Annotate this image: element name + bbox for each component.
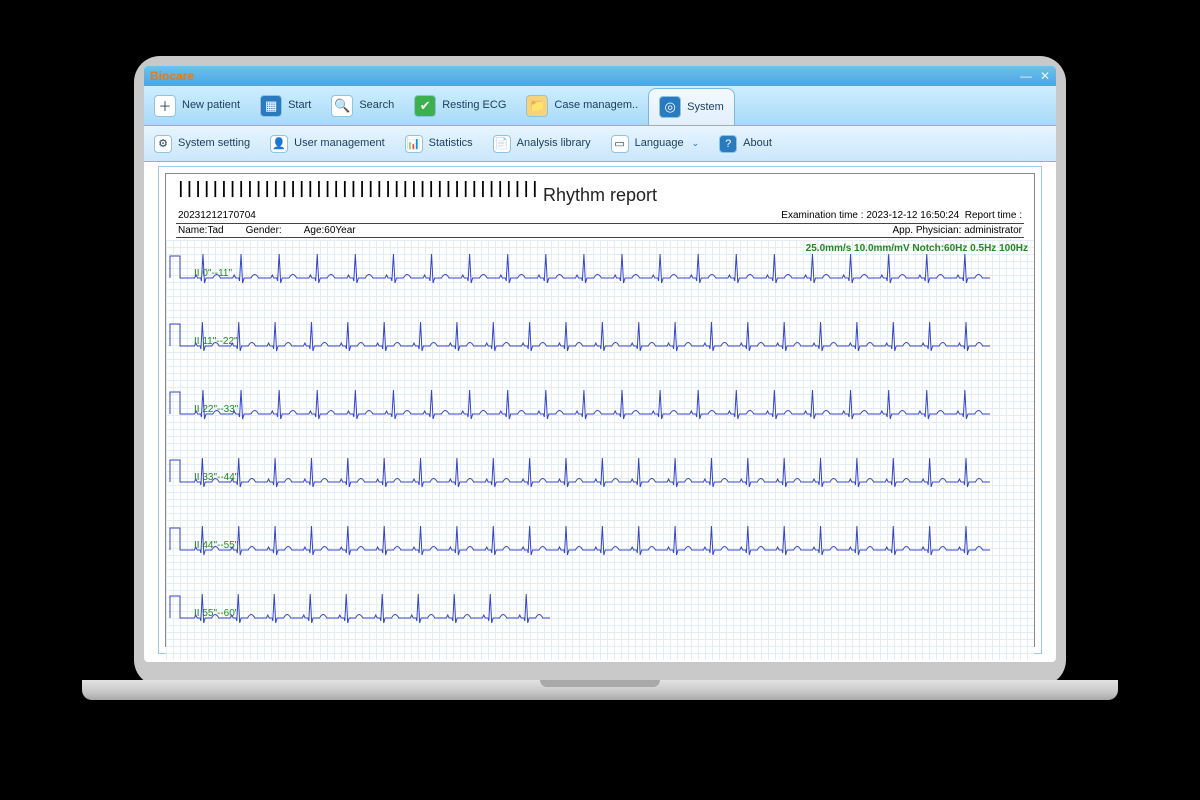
- about-label: About: [743, 138, 772, 149]
- report-header: ||||||||||||||||||||||||||||||||||||||||…: [166, 174, 1034, 240]
- case-id: 20231212170704: [178, 210, 256, 221]
- ecg-strip: II 22"--33": [166, 380, 1034, 450]
- ecg-strip: II 44"--55": [166, 516, 1034, 586]
- resting-ecg-icon: ✔: [414, 95, 436, 117]
- analysis-library-button[interactable]: 📄 Analysis library: [483, 126, 601, 161]
- patient-name: Name:Tad: [178, 225, 224, 236]
- toolbar-main: ＋ New patient ▦ Start 🔍 Search ✔ Resting…: [144, 86, 1056, 126]
- language-dropdown[interactable]: ▭ Language ⌄: [601, 126, 710, 161]
- resting-ecg-button[interactable]: ✔ Resting ECG: [404, 86, 516, 125]
- app-window: Biocare — ✕ ＋ New patient ▦ Start 🔍: [144, 66, 1056, 662]
- gear-icon: ⚙: [154, 135, 172, 153]
- case-management-button[interactable]: 📁 Case managem..: [516, 86, 648, 125]
- ecg-trace: [166, 380, 996, 448]
- case-management-label: Case managem..: [554, 100, 638, 111]
- minimize-button[interactable]: —: [1020, 69, 1032, 83]
- toolbar-secondary: ⚙ System setting 👤 User management 📊 Sta…: [144, 126, 1056, 162]
- laptop-base: [82, 680, 1118, 700]
- new-patient-label: New patient: [182, 100, 240, 111]
- report-area: ||||||||||||||||||||||||||||||||||||||||…: [158, 166, 1042, 654]
- ecg-trace: [166, 584, 996, 652]
- meta-row-1: 20231212170704 Examination time : 2023-1…: [176, 210, 1024, 223]
- brand-logo: Biocare: [150, 69, 194, 83]
- language-icon: ▭: [611, 135, 629, 153]
- ecg-strip: II 55"--60": [166, 584, 1034, 654]
- ecg-strip: II 11"--22": [166, 312, 1034, 382]
- ecg-strip: II 0"--11": [166, 244, 1034, 314]
- patient-age: Age:60Year: [304, 225, 356, 236]
- resting-ecg-label: Resting ECG: [442, 100, 506, 111]
- window-controls: — ✕: [1020, 69, 1050, 83]
- ecg-strip: II 33"--44": [166, 448, 1034, 518]
- exam-time: Examination time : 2023-12-12 16:50:24 R…: [781, 210, 1022, 221]
- start-label: Start: [288, 100, 311, 111]
- library-icon: 📄: [493, 135, 511, 153]
- language-label: Language: [635, 138, 684, 149]
- ecg-trace: [166, 312, 996, 380]
- start-icon: ▦: [260, 95, 282, 117]
- about-button[interactable]: ? About: [709, 126, 782, 161]
- search-button[interactable]: 🔍 Search: [321, 86, 404, 125]
- user-management-button[interactable]: 👤 User management: [260, 126, 395, 161]
- info-icon: ?: [719, 135, 737, 153]
- ecg-trace: [166, 516, 996, 584]
- system-setting-label: System setting: [178, 138, 250, 149]
- folder-icon: 📁: [526, 95, 548, 117]
- ecg-trace: [166, 448, 996, 516]
- physician: App. Physician: administrator: [892, 225, 1022, 236]
- user-icon: 👤: [270, 135, 288, 153]
- statistics-label: Statistics: [429, 138, 473, 149]
- report-page: ||||||||||||||||||||||||||||||||||||||||…: [165, 173, 1035, 647]
- new-patient-icon: ＋: [154, 95, 176, 117]
- system-icon: ◎: [659, 96, 681, 118]
- system-tab[interactable]: ◎ System: [648, 88, 735, 125]
- analysis-library-label: Analysis library: [517, 138, 591, 149]
- barchart-icon: 📊: [405, 135, 423, 153]
- close-button[interactable]: ✕: [1040, 69, 1050, 83]
- chevron-down-icon: ⌄: [692, 138, 700, 149]
- new-patient-button[interactable]: ＋ New patient: [144, 86, 250, 125]
- start-button[interactable]: ▦ Start: [250, 86, 321, 125]
- system-label: System: [687, 102, 724, 113]
- system-setting-button[interactable]: ⚙ System setting: [144, 126, 260, 161]
- laptop-frame: Biocare — ✕ ＋ New patient ▦ Start 🔍: [134, 56, 1066, 686]
- patient-gender: Gender:: [246, 225, 282, 236]
- ecg-trace: [166, 244, 996, 312]
- laptop-bezel: Biocare — ✕ ＋ New patient ▦ Start 🔍: [144, 66, 1056, 662]
- ecg-grid: 25.0mm/s 10.0mm/mV Notch:60Hz 0.5Hz 100H…: [166, 240, 1034, 660]
- search-label: Search: [359, 100, 394, 111]
- user-management-label: User management: [294, 138, 385, 149]
- meta-row-2: Name:Tad Gender: Age:60Year App. Physici…: [176, 223, 1024, 238]
- titlebar: Biocare — ✕: [144, 66, 1056, 86]
- search-icon: 🔍: [331, 95, 353, 117]
- statistics-button[interactable]: 📊 Statistics: [395, 126, 483, 161]
